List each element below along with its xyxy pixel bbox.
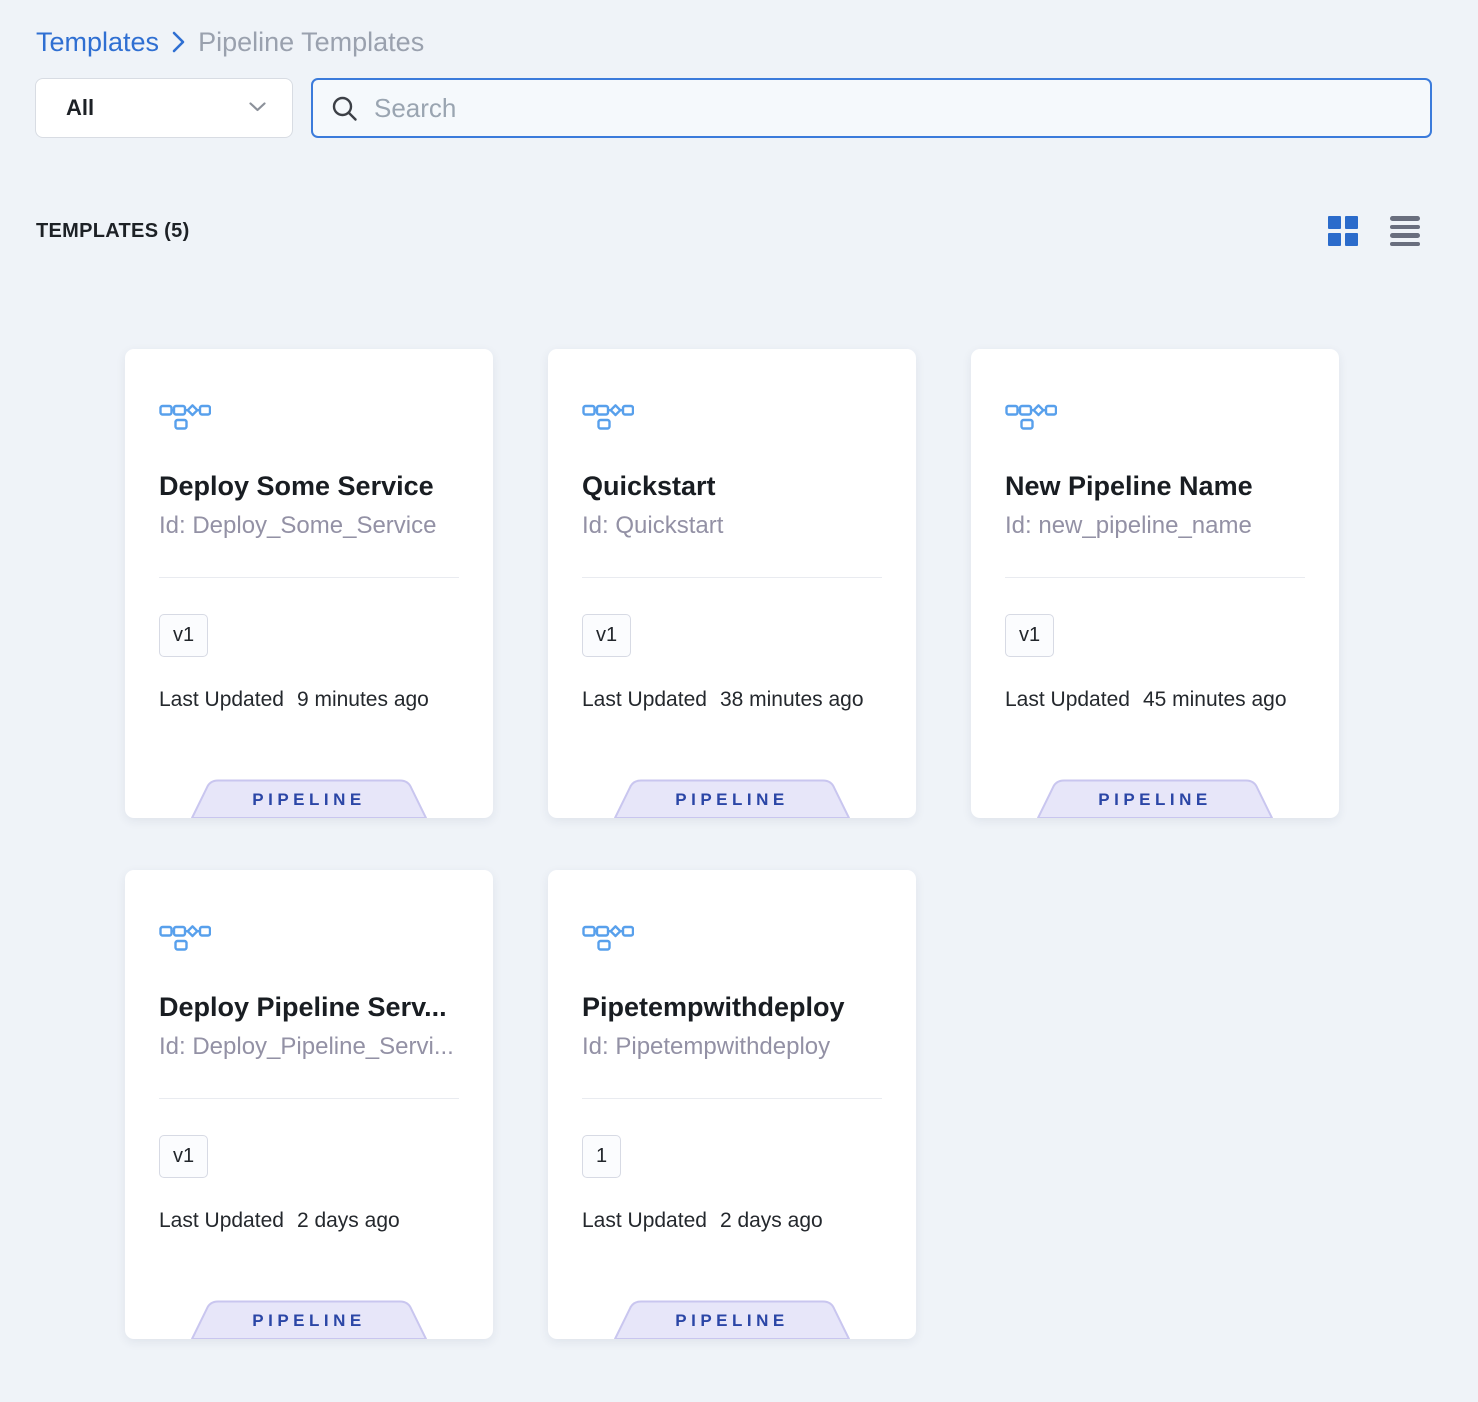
last-updated-value: 2 days ago (297, 1209, 400, 1233)
chevron-right-icon (171, 30, 186, 54)
card-divider (582, 577, 882, 578)
pipeline-tag-label: PIPELINE (191, 1311, 427, 1331)
card-divider (1005, 577, 1305, 578)
last-updated-value: 2 days ago (720, 1209, 823, 1233)
pipeline-tag-label: PIPELINE (1037, 790, 1273, 810)
version-badge: 1 (582, 1135, 621, 1178)
pipeline-graph-icon (582, 921, 634, 951)
template-card[interactable]: Quickstart Id: Quickstart v1 Last Update… (548, 349, 916, 818)
search-icon (331, 95, 358, 122)
template-id: Id: Deploy_Some_Service (159, 512, 459, 540)
pipeline-graph-icon (159, 921, 211, 951)
last-updated-row: Last Updated 38 minutes ago (582, 688, 882, 712)
search-input[interactable] (372, 92, 1412, 125)
section-header: TEMPLATES (5) (36, 216, 1420, 246)
template-id: Id: Quickstart (582, 512, 882, 540)
pipeline-graph-icon (582, 400, 634, 430)
template-id: Id: Deploy_Pipeline_Servi... (159, 1033, 459, 1061)
template-cards-grid: Deploy Some Service Id: Deploy_Some_Serv… (125, 349, 1339, 1339)
pipeline-tag-label: PIPELINE (614, 1311, 850, 1331)
last-updated-row: Last Updated 9 minutes ago (159, 688, 459, 712)
last-updated-label: Last Updated (582, 1209, 707, 1233)
breadcrumb-templates-link[interactable]: Templates (36, 26, 159, 58)
pipeline-tag: PIPELINE (191, 779, 427, 818)
pipeline-tag-label: PIPELINE (191, 790, 427, 810)
pipeline-tag: PIPELINE (614, 779, 850, 818)
template-id: Id: new_pipeline_name (1005, 512, 1305, 540)
templates-count-heading: TEMPLATES (5) (36, 220, 190, 243)
template-id: Id: Pipetempwithdeploy (582, 1033, 882, 1061)
list-view-icon[interactable] (1390, 216, 1420, 246)
template-card[interactable]: New Pipeline Name Id: new_pipeline_name … (971, 349, 1339, 818)
last-updated-label: Last Updated (159, 1209, 284, 1233)
last-updated-value: 9 minutes ago (297, 688, 429, 712)
template-card[interactable]: Pipetempwithdeploy Id: Pipetempwithdeplo… (548, 870, 916, 1339)
template-title: New Pipeline Name (1005, 471, 1305, 502)
breadcrumb-current: Pipeline Templates (198, 26, 424, 58)
breadcrumb: Templates Pipeline Templates (36, 26, 424, 58)
scope-filter-dropdown[interactable]: All (35, 78, 293, 138)
last-updated-label: Last Updated (159, 688, 284, 712)
pipeline-templates-page: Templates Pipeline Templates All TEMPLAT… (0, 0, 1478, 1402)
chevron-down-icon (249, 99, 266, 117)
pipeline-graph-icon (159, 400, 211, 430)
card-divider (582, 1098, 882, 1099)
filter-controls: All (35, 78, 1432, 138)
grid-view-icon[interactable] (1328, 216, 1358, 246)
search-box (311, 78, 1432, 138)
pipeline-tag: PIPELINE (614, 1300, 850, 1339)
version-badge: v1 (582, 614, 631, 657)
pipeline-graph-icon (1005, 400, 1057, 430)
template-card[interactable]: Deploy Some Service Id: Deploy_Some_Serv… (125, 349, 493, 818)
scope-filter-value: All (66, 95, 94, 121)
view-toggle (1328, 216, 1420, 246)
last-updated-value: 38 minutes ago (720, 688, 864, 712)
last-updated-row: Last Updated 2 days ago (159, 1209, 459, 1233)
last-updated-row: Last Updated 2 days ago (582, 1209, 882, 1233)
template-title: Deploy Pipeline Serv... (159, 992, 459, 1023)
template-title: Pipetempwithdeploy (582, 992, 882, 1023)
template-card[interactable]: Deploy Pipeline Serv... Id: Deploy_Pipel… (125, 870, 493, 1339)
version-badge: v1 (159, 614, 208, 657)
pipeline-tag-label: PIPELINE (614, 790, 850, 810)
card-divider (159, 1098, 459, 1099)
pipeline-tag: PIPELINE (1037, 779, 1273, 818)
pipeline-tag: PIPELINE (191, 1300, 427, 1339)
version-badge: v1 (1005, 614, 1054, 657)
card-divider (159, 577, 459, 578)
template-title: Deploy Some Service (159, 471, 459, 502)
last-updated-value: 45 minutes ago (1143, 688, 1287, 712)
last-updated-label: Last Updated (582, 688, 707, 712)
last-updated-label: Last Updated (1005, 688, 1130, 712)
template-title: Quickstart (582, 471, 882, 502)
version-badge: v1 (159, 1135, 208, 1178)
last-updated-row: Last Updated 45 minutes ago (1005, 688, 1305, 712)
